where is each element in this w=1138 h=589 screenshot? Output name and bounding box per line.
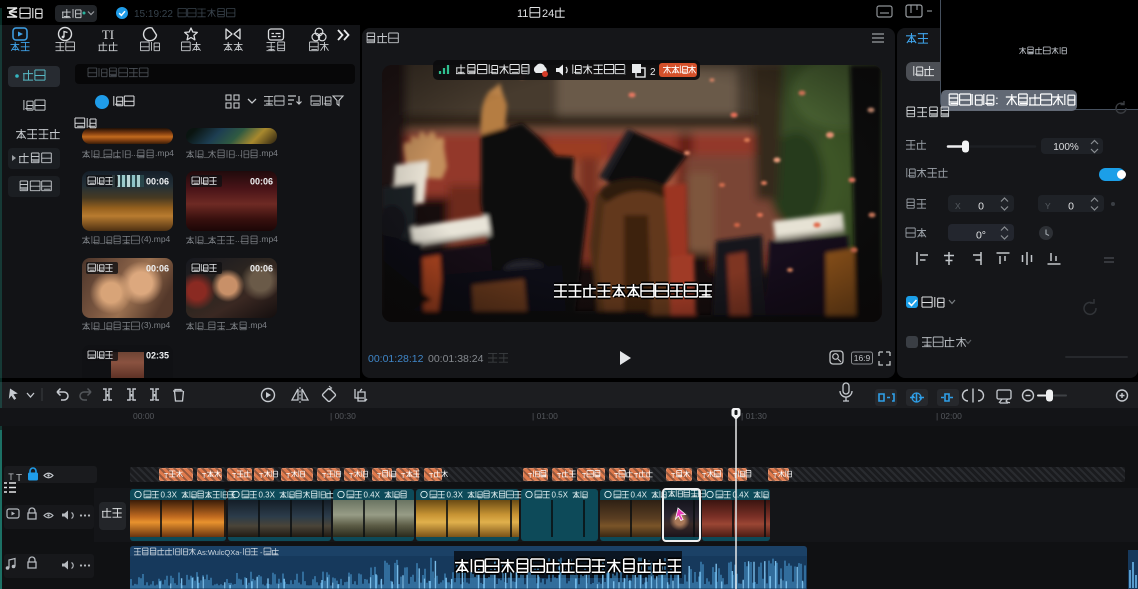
svg-text:24: 24 — [542, 8, 554, 20]
svg-text:15:19:22: 15:19:22 — [134, 9, 173, 20]
svg-text:11: 11 — [517, 8, 528, 20]
